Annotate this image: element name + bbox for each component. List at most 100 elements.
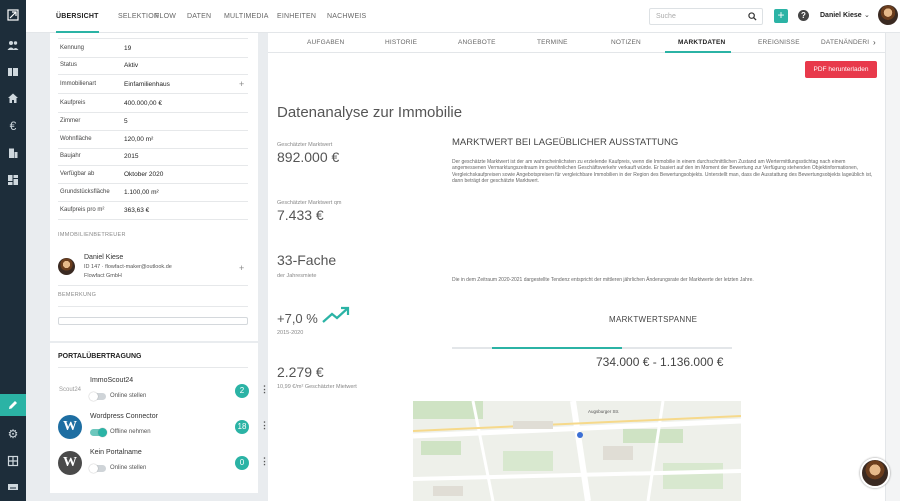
divider bbox=[58, 112, 248, 113]
logo-icon[interactable] bbox=[0, 4, 26, 26]
wordpress-logo: W bbox=[58, 415, 82, 439]
grid-icon[interactable] bbox=[0, 61, 26, 83]
value-status[interactable]: Aktiv bbox=[124, 62, 138, 69]
value-zimmer[interactable]: 5 bbox=[124, 118, 128, 125]
divider bbox=[58, 183, 248, 184]
apps-icon[interactable] bbox=[0, 450, 26, 472]
kpi-jahresmiete-label: der Jahresmiete bbox=[277, 273, 317, 279]
portal-count-immoscout[interactable]: 2 bbox=[235, 384, 249, 398]
chat-support-avatar[interactable] bbox=[860, 458, 890, 488]
keyboard-icon[interactable] bbox=[0, 476, 26, 498]
nav-tab-flow[interactable]: FLOW bbox=[155, 0, 176, 33]
kpi-tendenz-label: 2015-2020 bbox=[277, 330, 304, 336]
portal-transfer-card: PORTALÜBERTRAGUNG Scout24 ImmoScout24 On… bbox=[50, 343, 269, 493]
label-wohnflaeche: Wohnfläche bbox=[60, 136, 92, 142]
search-placeholder: Suche bbox=[656, 13, 676, 20]
market-range-bar bbox=[452, 347, 732, 349]
betreuer-name[interactable]: Daniel Kiese bbox=[84, 254, 123, 261]
kpi-marktwert-value: 892.000 € bbox=[277, 149, 340, 165]
bemerkung-heading: BEMERKUNG bbox=[58, 292, 97, 298]
value-grundstuecksflaeche[interactable]: 1.100,00 m² bbox=[124, 189, 159, 196]
search-icon[interactable] bbox=[748, 12, 757, 21]
kpi-marktwert-qm-value: 7.433 € bbox=[277, 207, 324, 223]
building-icon[interactable] bbox=[0, 142, 26, 164]
nav-tab-multimedia[interactable]: MULTIMEDIA bbox=[224, 0, 269, 33]
tab-datenaenderungen[interactable]: DATENÄNDERI bbox=[821, 39, 869, 46]
divider bbox=[58, 148, 248, 149]
tab-termine[interactable]: TERMINE bbox=[537, 39, 568, 46]
property-panel: Kennung 19 Status Aktiv Immobilienart Ei… bbox=[26, 33, 269, 501]
pdf-download-button[interactable]: PDF herunterladen bbox=[805, 61, 877, 78]
portal-toggle-immoscout[interactable] bbox=[89, 392, 106, 401]
nav-tab-einheiten[interactable]: EINHEITEN bbox=[277, 0, 316, 33]
nav-tab-nachweis[interactable]: NACHWEIS bbox=[327, 0, 366, 33]
home-icon[interactable] bbox=[0, 87, 26, 109]
portal-toggle-kein[interactable] bbox=[89, 464, 106, 473]
betreuer-avatar bbox=[58, 258, 75, 275]
scrollbar[interactable] bbox=[885, 33, 900, 501]
nav-tab-selektion[interactable]: SELEKTION bbox=[118, 0, 159, 33]
label-verfuegbar-ab: Verfügbar ab bbox=[60, 171, 95, 177]
kpi-jahresmiete-value: 33-Fache bbox=[277, 252, 337, 268]
portal-count-kein[interactable]: 0 bbox=[235, 456, 249, 470]
portal-count-wordpress[interactable]: 18 bbox=[235, 420, 249, 434]
kpi-marktwert-qm-label: Geschätzter Marktwert qm bbox=[277, 200, 342, 206]
value-immobilienart[interactable]: Einfamilienhaus bbox=[124, 81, 170, 88]
portal-title: PORTALÜBERTRAGUNG bbox=[58, 353, 142, 360]
property-details-card: Kennung 19 Status Aktiv Immobilienart Ei… bbox=[50, 33, 258, 341]
kpi-tendenz-value: +7,0 % bbox=[277, 311, 318, 326]
detail-tabs: AUFGABEN HISTORIE ANGEBOTE TERMINE NOTIZ… bbox=[268, 33, 885, 53]
portal-name-kein: Kein Portalname bbox=[90, 449, 142, 456]
divider bbox=[58, 38, 248, 39]
top-bar: ÜBERSICHT SELEKTION FLOW DATEN MULTIMEDI… bbox=[26, 0, 900, 33]
main-panel: AUFGABEN HISTORIE ANGEBOTE TERMINE NOTIZ… bbox=[268, 33, 885, 501]
label-kaufpreis: Kaufpreis bbox=[60, 100, 86, 106]
portal-toggle-wordpress[interactable] bbox=[90, 428, 107, 437]
immoscout-logo: Scout24 bbox=[58, 387, 82, 393]
user-avatar[interactable] bbox=[878, 5, 898, 25]
tab-notizen[interactable]: NOTIZEN bbox=[611, 39, 641, 46]
value-kaufpreis[interactable]: 400.000,00 € bbox=[124, 100, 162, 107]
value-verfuegbar-ab[interactable]: Oktober 2020 bbox=[124, 171, 163, 178]
betreuer-contact: ID 147 · flowfact-maker@outlook.de bbox=[84, 264, 172, 270]
help-icon[interactable]: ? bbox=[798, 10, 809, 21]
add-button[interactable]: + bbox=[774, 9, 788, 23]
nav-tab-daten[interactable]: DATEN bbox=[187, 0, 211, 33]
euro-icon[interactable]: € bbox=[0, 115, 26, 137]
tab-angebote[interactable]: ANGEBOTE bbox=[458, 39, 496, 46]
portal-toggle-label-immoscout: Online stellen bbox=[110, 393, 147, 399]
dashboard-icon[interactable] bbox=[0, 169, 26, 191]
user-name[interactable]: Daniel Kiese bbox=[820, 12, 862, 19]
value-kaufpreis-pro-qm: 363,63 € bbox=[124, 207, 150, 214]
value-baujahr[interactable]: 2015 bbox=[124, 153, 138, 160]
tab-historie[interactable]: HISTORIE bbox=[385, 39, 417, 46]
nav-tab-uebersicht[interactable]: ÜBERSICHT bbox=[56, 0, 99, 33]
tab-marktdaten[interactable]: MARKTDATEN bbox=[678, 39, 725, 46]
chevron-right-icon[interactable]: › bbox=[873, 38, 876, 47]
add-betreuer-icon[interactable]: + bbox=[239, 263, 244, 273]
gear-icon[interactable]: ⚙ bbox=[0, 423, 26, 445]
divider bbox=[58, 130, 248, 131]
sidebar-rail: € ⚙ bbox=[0, 0, 26, 501]
location-map[interactable]: Augsburger Str. bbox=[413, 401, 741, 501]
pencil-icon[interactable] bbox=[0, 394, 26, 416]
users-icon[interactable] bbox=[0, 34, 26, 56]
chevron-down-icon[interactable]: ⌄ bbox=[864, 11, 870, 19]
map-canvas bbox=[413, 401, 741, 501]
portal-toggle-label-kein: Online stellen bbox=[110, 465, 147, 471]
market-range-fill bbox=[492, 347, 622, 349]
value-wohnflaeche[interactable]: 120,00 m² bbox=[124, 136, 153, 143]
bemerkung-field[interactable] bbox=[58, 317, 248, 325]
divider bbox=[58, 306, 248, 307]
divider bbox=[58, 219, 248, 220]
label-grundstuecksflaeche: Grundstücksfläche bbox=[60, 189, 110, 195]
tab-aufgaben[interactable]: AUFGABEN bbox=[307, 39, 344, 46]
search-input[interactable]: Suche bbox=[649, 8, 763, 25]
add-immobilienart-icon[interactable]: + bbox=[239, 79, 244, 89]
kpi-mietwert-value: 2.279 € bbox=[277, 364, 324, 380]
divider bbox=[58, 285, 248, 286]
active-tab-indicator bbox=[665, 51, 731, 53]
tab-ereignisse[interactable]: EREIGNISSE bbox=[758, 39, 800, 46]
value-kennung: 19 bbox=[124, 45, 132, 52]
portal-name-immoscout: ImmoScout24 bbox=[90, 377, 134, 384]
